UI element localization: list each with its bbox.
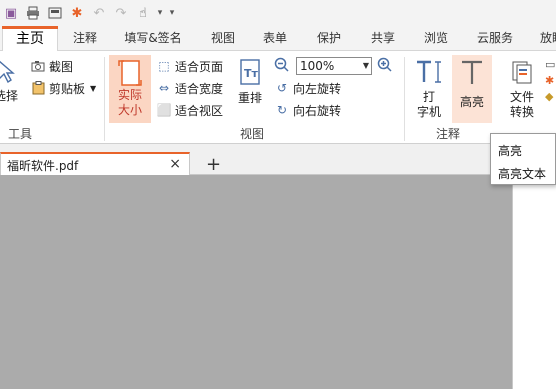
typewriter-icon xyxy=(417,60,441,83)
app-window: ▣ ✱ ↶ ↷ ☝ ▾ ▾ 主页 注释 填写&签名 视图 表单 保护 共享 浏览… xyxy=(0,0,556,389)
highlight-button[interactable]: 高亮 xyxy=(452,55,492,123)
fit-visible-label: 适合视区 xyxy=(175,103,224,118)
fit-page-button[interactable]: ⬚ 适合页面 xyxy=(156,56,223,76)
reflow-button[interactable]: Tт 重排 xyxy=(232,59,268,106)
tab-form[interactable]: 表单 xyxy=(254,26,296,51)
close-icon[interactable]: × xyxy=(169,156,181,172)
svg-text:Tт: Tт xyxy=(244,67,259,80)
print-icon[interactable] xyxy=(22,2,44,24)
rotate-right-icon: ↻ xyxy=(276,103,288,117)
select-button[interactable]: 选择 xyxy=(0,59,18,104)
tab-cloud[interactable]: 云服务 xyxy=(468,26,522,51)
star-icon[interactable]: ✱ xyxy=(545,73,556,89)
pdf-page[interactable] xyxy=(512,175,556,389)
fit-page-label: 适合页面 xyxy=(175,59,224,74)
tag-icon[interactable]: ◆ xyxy=(545,89,556,105)
tab-home[interactable]: 主页 xyxy=(2,26,58,52)
tab-more[interactable]: 放睛 xyxy=(532,26,556,51)
fit-visible-icon: ⬜ xyxy=(156,103,172,117)
screenshot-label: 截图 xyxy=(49,59,74,74)
quick-access-toolbar: ▣ ✱ ↶ ↷ ☝ ▾ ▾ xyxy=(0,0,556,26)
customize-icon[interactable]: ▾ xyxy=(166,2,178,24)
clipboard-button[interactable]: 剪贴板 ▼ xyxy=(30,78,96,98)
camera-icon xyxy=(30,58,46,74)
group-label-comment: 注释 xyxy=(436,127,461,141)
hand-tool-icon[interactable]: ☝ xyxy=(132,2,154,24)
document-canvas[interactable] xyxy=(0,175,512,389)
fit-width-icon: ⇔ xyxy=(158,81,170,95)
redo-icon[interactable]: ↷ xyxy=(110,2,132,24)
clipboard-label: 剪贴板 xyxy=(49,81,86,96)
tab-share[interactable]: 共享 xyxy=(360,26,406,51)
zoom-out-icon[interactable] xyxy=(274,55,290,75)
select-label: 选择 xyxy=(0,89,19,103)
menu-item-highlight[interactable]: 高亮 xyxy=(498,142,522,159)
file-convert-line2: 转换 xyxy=(509,105,534,119)
actual-size-icon xyxy=(118,60,142,86)
file-convert-icon xyxy=(512,61,532,84)
tab-fill-sign[interactable]: 填写&签名 xyxy=(118,26,188,51)
fit-visible-button[interactable]: ⬜ 适合视区 xyxy=(156,100,224,120)
typewriter-button[interactable]: 打 字机 xyxy=(412,59,446,120)
reflow-icon: Tт xyxy=(240,59,260,85)
group-label-view: 视图 xyxy=(240,127,265,141)
highlight-icon xyxy=(462,60,482,84)
fit-width-button[interactable]: ⇔ 适合宽度 xyxy=(156,78,223,98)
chevron-down-icon: ▼ xyxy=(362,61,369,70)
document-tab-name: 福昕软件.pdf xyxy=(7,159,79,173)
file-convert-line1: 文件 xyxy=(509,90,534,104)
cursor-icon xyxy=(0,60,15,84)
tab-comment[interactable]: 注释 xyxy=(64,26,106,51)
highlight-dropdown-menu: 高亮 高亮文本 xyxy=(490,133,556,185)
group-divider xyxy=(404,57,405,141)
new-tab-button[interactable]: + xyxy=(206,154,221,175)
ribbon-tabs: 主页 注释 填写&签名 视图 表单 保护 共享 浏览 云服务 放睛 xyxy=(0,26,556,52)
chevron-down-icon: ▼ xyxy=(90,83,97,93)
zoom-select[interactable]: 100% ▼ xyxy=(296,57,372,75)
folder-icon[interactable]: ▣ xyxy=(0,2,22,24)
actual-size-line1: 实际 xyxy=(117,88,142,102)
tab-browse[interactable]: 浏览 xyxy=(414,26,458,51)
clipboard-icon xyxy=(30,80,46,96)
group-divider xyxy=(104,57,105,141)
zoom-in-icon[interactable] xyxy=(377,55,393,75)
rotate-right-button[interactable]: ↻ 向右旋转 xyxy=(274,100,341,120)
new-icon[interactable]: ✱ xyxy=(66,2,88,24)
actual-size-button[interactable]: 实际 大小 xyxy=(109,55,151,123)
typewriter-line2: 字机 xyxy=(416,105,441,119)
reflow-label: 重排 xyxy=(237,91,262,105)
document-tabs: 福昕软件.pdf × + xyxy=(0,144,556,175)
ribbon: 选择 截图 剪贴板 ▼ 工具 实际 大小 ⬚ 适合页面 ⇔ 适合宽度 ⬜ 适合视… xyxy=(0,51,556,144)
tab-view[interactable]: 视图 xyxy=(200,26,246,51)
rotate-left-label: 向左旋转 xyxy=(293,81,342,96)
rotate-left-button[interactable]: ↺ 向左旋转 xyxy=(274,78,341,98)
rotate-right-label: 向右旋转 xyxy=(293,103,342,118)
save-icon[interactable] xyxy=(44,2,66,24)
highlight-label: 高亮 xyxy=(459,95,484,109)
dropdown-arrow-icon[interactable]: ▾ xyxy=(154,2,166,24)
rotate-left-icon: ↺ xyxy=(276,81,288,95)
fit-page-icon: ⬚ xyxy=(158,59,170,73)
menu-item-highlight-text[interactable]: 高亮文本 xyxy=(498,165,546,182)
actual-size-line2: 大小 xyxy=(117,103,142,117)
group-label-tools: 工具 xyxy=(8,127,33,141)
fit-width-label: 适合宽度 xyxy=(175,81,224,96)
typewriter-line1: 打 xyxy=(422,90,435,104)
tab-protect[interactable]: 保护 xyxy=(306,26,352,51)
file-convert-button[interactable]: 文件 转换 xyxy=(502,59,542,120)
ribbon-overflow-icons: ▭ ✱ ◆ xyxy=(545,57,556,105)
zoom-value: 100% xyxy=(300,59,335,73)
document-tab[interactable]: 福昕软件.pdf × xyxy=(0,152,190,175)
page-icon[interactable]: ▭ xyxy=(545,57,556,73)
undo-icon[interactable]: ↶ xyxy=(88,2,110,24)
screenshot-button[interactable]: 截图 xyxy=(30,56,73,76)
